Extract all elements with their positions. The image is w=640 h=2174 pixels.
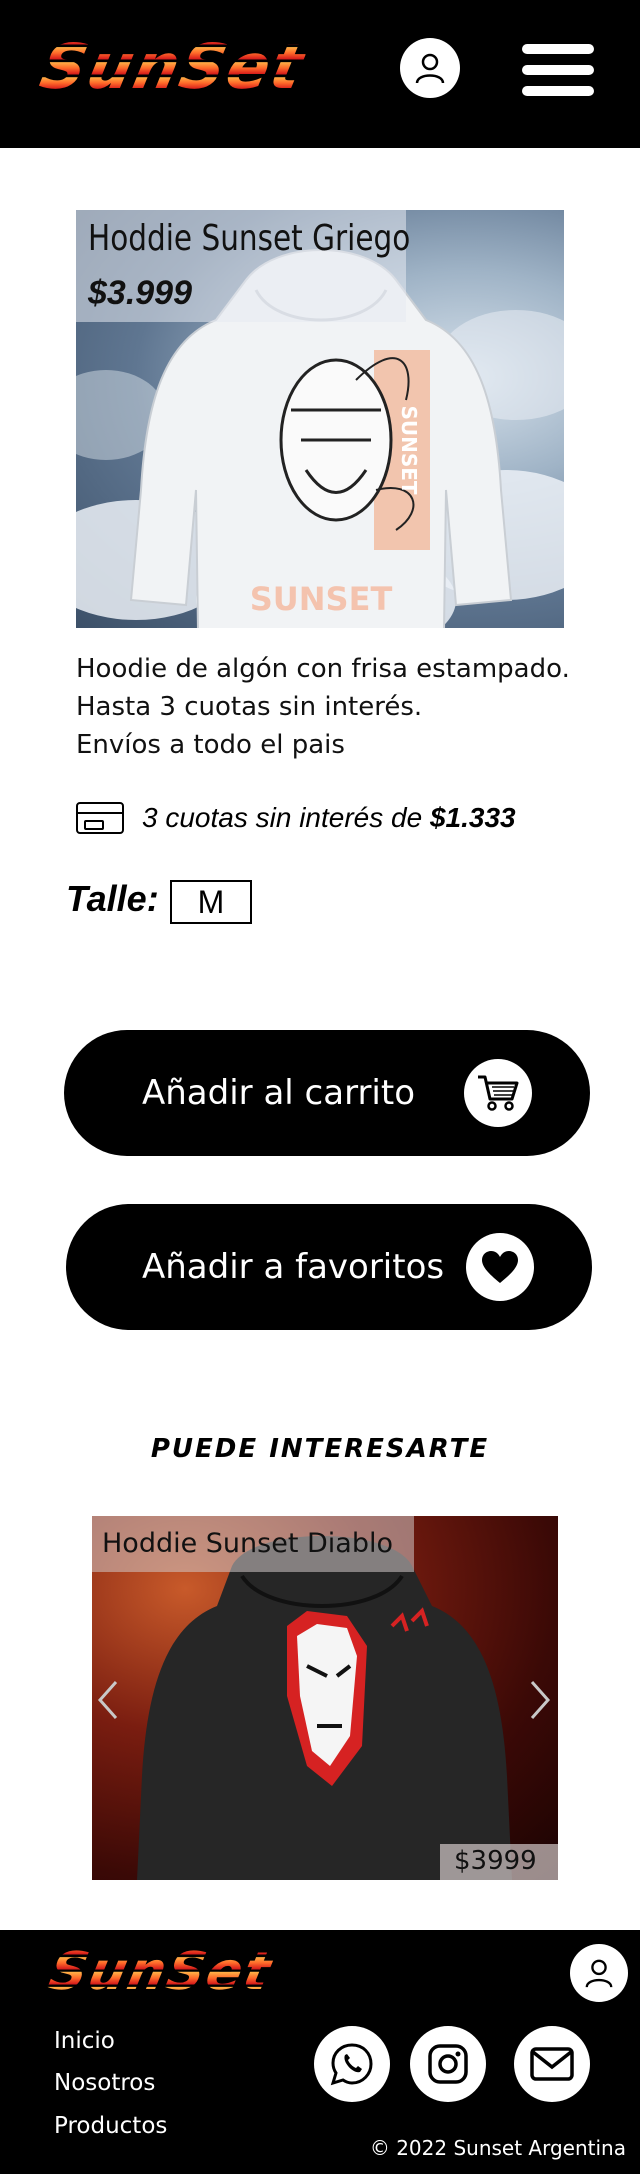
- add-to-favorites-label: Añadir a favoritos: [142, 1247, 445, 1287]
- recommendation-price: $3999: [454, 1846, 537, 1876]
- shopping-cart-icon: [464, 1059, 532, 1127]
- footer-link-nosotros[interactable]: Nosotros: [54, 2070, 155, 2096]
- copyright-text: © 2022 Sunset Argentina: [369, 2136, 626, 2160]
- carousel-prev-arrow-icon[interactable]: [88, 1676, 128, 1724]
- add-to-cart-button[interactable]: Añadir al carrito: [64, 1030, 590, 1156]
- footer-user-account-icon[interactable]: [570, 1944, 628, 2002]
- description-line: Hoodie de algón con frisa estampado.: [76, 654, 570, 684]
- heart-icon: [466, 1233, 534, 1301]
- product-price: $3.999: [88, 274, 192, 312]
- hoodie-print-bottom-text: SUNSET: [250, 580, 393, 618]
- carousel-next-arrow-icon[interactable]: [520, 1676, 560, 1724]
- mail-icon[interactable]: [514, 2026, 590, 2102]
- whatsapp-icon[interactable]: [314, 2026, 390, 2102]
- menu-hamburger-icon[interactable]: [522, 44, 594, 98]
- installments-amount: $1.333: [429, 802, 516, 833]
- instagram-icon[interactable]: [410, 2026, 486, 2102]
- size-selector[interactable]: M: [170, 880, 252, 924]
- footer-link-inicio[interactable]: Inicio: [54, 2028, 115, 2054]
- credit-card-icon: [76, 802, 124, 834]
- product-description: Hoodie de algón con frisa estampado. Has…: [76, 650, 570, 764]
- product-title: Hoddie Sunset Griego: [88, 218, 411, 259]
- recommendation-title[interactable]: Hoddie Sunset Diablo: [102, 1528, 393, 1559]
- add-to-favorites-button[interactable]: Añadir a favoritos: [66, 1204, 592, 1330]
- add-to-cart-label: Añadir al carrito: [142, 1073, 416, 1113]
- installments-row: 3 cuotas sin interés de $1.333: [76, 800, 516, 836]
- hoodie-print-side-text: SUNSET: [397, 405, 421, 494]
- installments-text: 3 cuotas sin interés de: [142, 802, 423, 833]
- description-line: Envíos a todo el pais: [76, 730, 345, 760]
- description-line: Hasta 3 cuotas sin interés.: [76, 692, 423, 722]
- footer-brand-logo[interactable]: SunSet: [44, 1942, 278, 2002]
- site-header: SunSet: [0, 0, 640, 148]
- footer-link-productos[interactable]: Productos: [54, 2113, 167, 2139]
- brand-logo[interactable]: SunSet: [34, 30, 311, 103]
- recommendations-title: PUEDE INTERESARTE: [150, 1434, 490, 1464]
- size-label: Talle:: [66, 878, 159, 919]
- user-account-icon[interactable]: [400, 38, 460, 98]
